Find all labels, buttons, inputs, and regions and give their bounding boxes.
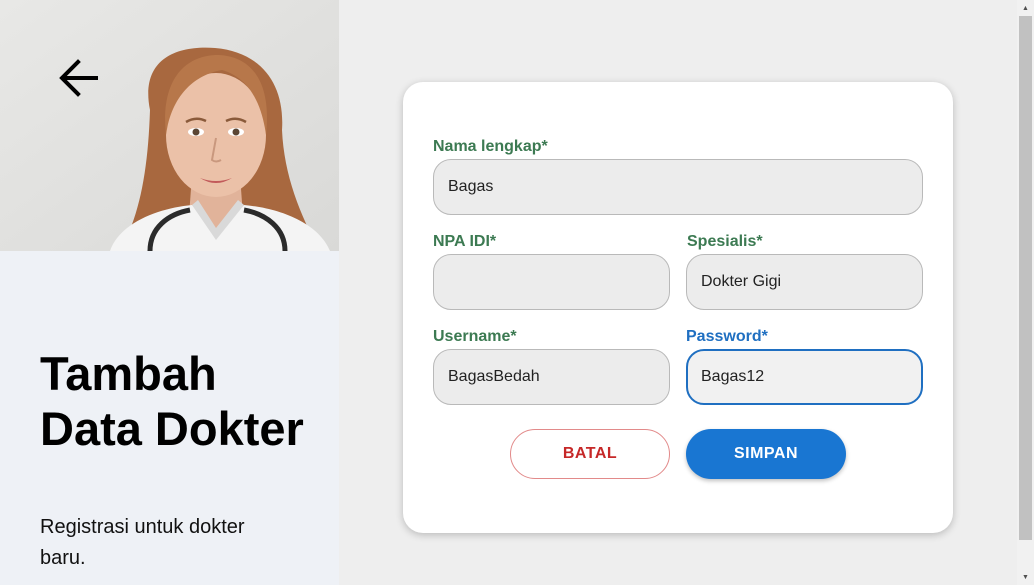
username-label: Username* xyxy=(433,328,517,345)
specialty-input[interactable] xyxy=(686,254,923,310)
page-subtitle: Registrasi untuk dokter baru. xyxy=(40,516,245,569)
specialty-label: Spesialis* xyxy=(687,233,763,250)
cancel-button[interactable]: BATAL xyxy=(510,429,670,479)
back-button[interactable] xyxy=(54,56,102,100)
triangle-down-icon[interactable]: ▼ xyxy=(1019,570,1032,584)
arrow-left-icon xyxy=(59,59,98,97)
save-button[interactable]: SIMPAN xyxy=(686,429,846,479)
npa-label: NPA IDI* xyxy=(433,233,497,250)
page-title: Tambah Data Dokter xyxy=(40,347,304,455)
triangle-up-icon[interactable]: ▲ xyxy=(1019,1,1032,15)
password-input[interactable] xyxy=(686,349,923,405)
fullname-label: Nama lengkap* xyxy=(433,138,548,155)
doctor-form-card: Nama lengkap* NPA IDI* Spesialis* Userna… xyxy=(403,82,953,533)
npa-input[interactable] xyxy=(433,254,670,310)
doctor-photo xyxy=(0,0,339,251)
left-panel: Tambah Data Dokter Registrasi untuk dokt… xyxy=(0,0,339,585)
scrollbar-thumb[interactable] xyxy=(1019,16,1032,540)
username-input[interactable] xyxy=(433,349,670,405)
fullname-input[interactable] xyxy=(433,159,923,215)
password-label: Password* xyxy=(686,328,768,345)
